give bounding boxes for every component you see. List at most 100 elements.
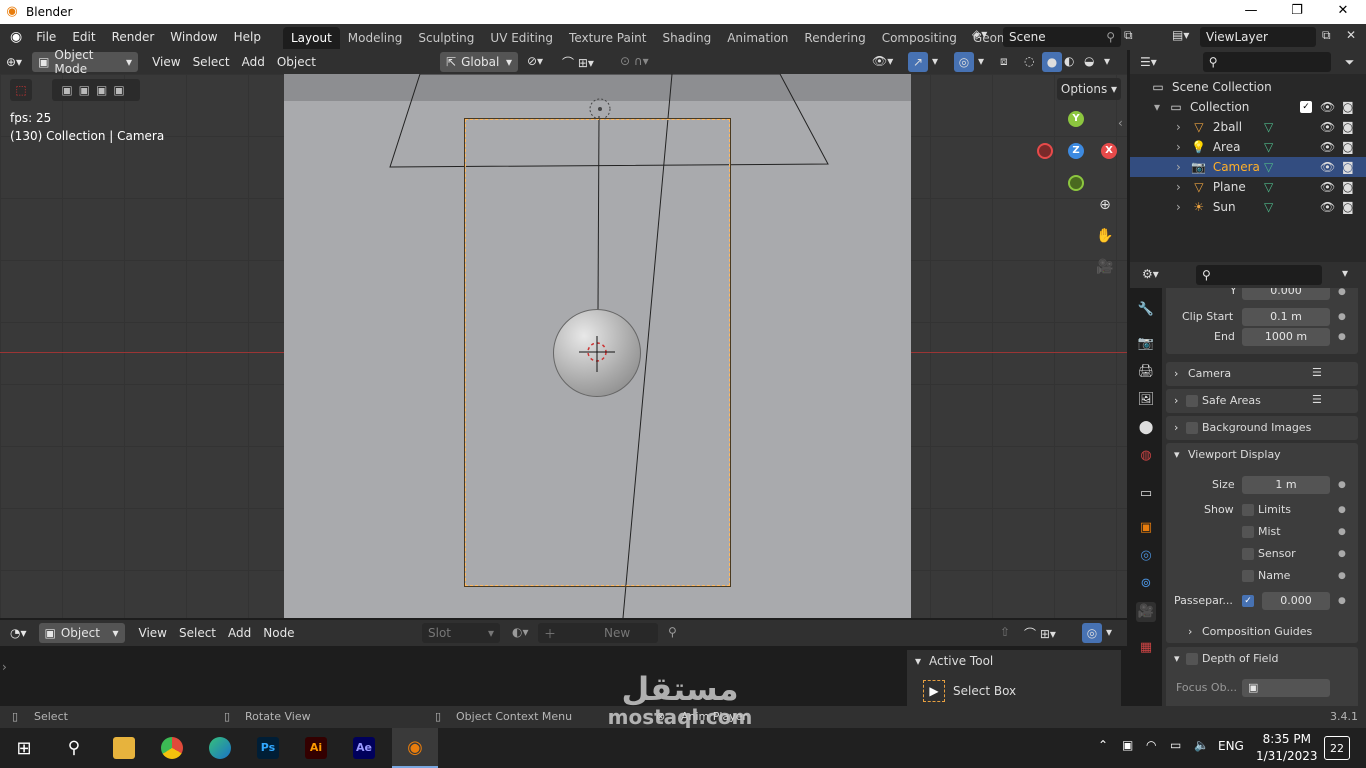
snap-icon[interactable]: ⌒ ⊞▾: [562, 54, 594, 71]
clip-start-field[interactable]: 0.1 m: [1242, 308, 1330, 326]
focus-object-field[interactable]: ▣: [1242, 679, 1330, 697]
menu-select[interactable]: Select: [173, 623, 222, 643]
data-icon[interactable]: ▽: [1264, 200, 1273, 214]
keyframe-dot[interactable]: ●: [1338, 549, 1346, 559]
blender-menu-icon[interactable]: ◉: [0, 24, 28, 50]
render-camera-icon[interactable]: ◙: [1342, 140, 1354, 154]
name-checkbox[interactable]: [1242, 570, 1254, 582]
filter-icon[interactable]: ⏷: [1345, 55, 1355, 70]
scene-tab-icon[interactable]: ⬤: [1136, 418, 1156, 438]
windows-start-icon[interactable]: ⊞: [4, 728, 44, 768]
background-images-section[interactable]: › Background Images: [1166, 416, 1358, 440]
list-icon[interactable]: ☰: [1312, 366, 1322, 379]
minimize-button[interactable]: —: [1228, 0, 1274, 24]
chevron-right-icon[interactable]: ›: [1188, 625, 1192, 638]
xray-icon[interactable]: ⧈: [1000, 54, 1008, 69]
wireframe-shading-icon[interactable]: ◌: [1024, 54, 1034, 68]
chrome-icon[interactable]: [152, 728, 192, 768]
keyframe-dot[interactable]: ●: [1338, 288, 1346, 297]
new-material-button[interactable]: ＋ New: [538, 623, 658, 643]
remove-view-layer-icon[interactable]: ✕: [1346, 28, 1356, 42]
camera-section[interactable]: › Camera ☰: [1166, 362, 1358, 386]
properties-search-input[interactable]: ⚲: [1196, 265, 1322, 285]
mist-checkbox[interactable]: [1242, 526, 1254, 538]
object-tab-icon[interactable]: ▣: [1136, 518, 1156, 538]
data-icon[interactable]: ▽: [1264, 180, 1273, 194]
overlays-toggle-icon[interactable]: ◎: [1082, 623, 1102, 643]
eye-icon[interactable]: 👁: [1320, 140, 1335, 154]
zoom-icon[interactable]: ⊕: [1092, 192, 1118, 218]
view-layer-selector[interactable]: ViewLayer: [1200, 27, 1316, 47]
material-shading-icon[interactable]: ◐: [1064, 54, 1074, 68]
list-icon[interactable]: ☰: [1312, 393, 1322, 406]
scene-selector[interactable]: Scene ⚲: [1003, 27, 1121, 47]
chevron-right-icon[interactable]: ›: [1176, 160, 1181, 174]
data-icon[interactable]: ▽: [1264, 140, 1273, 154]
outliner-item-sun[interactable]: › ☀ Sun ▽ 👁 ◙: [1130, 197, 1366, 217]
toolbar-toggle-icon[interactable]: ›: [2, 660, 7, 674]
tab-shading[interactable]: Shading: [654, 27, 719, 49]
pin-icon[interactable]: ⚲: [668, 625, 677, 639]
eye-icon[interactable]: 👁: [1320, 200, 1335, 214]
keyframe-dot[interactable]: ●: [1338, 332, 1346, 342]
menu-view[interactable]: View: [133, 623, 173, 643]
editor-type-icon[interactable]: ◔▾: [4, 623, 33, 643]
background-images-checkbox[interactable]: [1186, 422, 1198, 434]
3d-viewport[interactable]: fps: 25 (130) Collection | Camera ⬚ ▣▣▣▣…: [0, 74, 1127, 618]
outliner-item-2ball[interactable]: › ▽ 2ball ▽ 👁 ◙: [1130, 117, 1366, 137]
clock[interactable]: 8:35 PM 1/31/2023: [1256, 731, 1318, 765]
proportional-edit-icon[interactable]: ⊙ ∩▾: [620, 54, 649, 68]
eye-icon[interactable]: 👁: [1320, 100, 1335, 114]
view-layer-tab-icon[interactable]: 🖼: [1136, 390, 1156, 410]
outliner-item-camera[interactable]: › 📷 Camera ▽ 👁 ◙: [1130, 157, 1366, 177]
mode-selector[interactable]: ▣ Object Mode ▾: [32, 48, 139, 76]
volume-icon[interactable]: 🔈: [1194, 738, 1209, 752]
render-camera-icon[interactable]: ◙: [1342, 180, 1354, 194]
snap-icon[interactable]: ⌒ ⊞▾: [1024, 625, 1056, 642]
illustrator-icon[interactable]: Ai: [296, 728, 336, 768]
passepartout-alpha-field[interactable]: 0.000: [1262, 592, 1330, 610]
rendered-shading-icon[interactable]: ◒: [1084, 54, 1094, 68]
chevron-down-icon[interactable]: ▾: [1174, 448, 1180, 461]
close-button[interactable]: ✕: [1320, 0, 1366, 24]
render-camera-icon[interactable]: ◙: [1342, 120, 1354, 134]
photoshop-icon[interactable]: Ps: [248, 728, 288, 768]
slot-selector[interactable]: Slot ▾: [422, 623, 500, 643]
safe-areas-checkbox[interactable]: [1186, 395, 1198, 407]
world-tab-icon[interactable]: ◍: [1136, 446, 1156, 466]
tab-sculpting[interactable]: Sculpting: [410, 27, 482, 49]
menu-add[interactable]: Add: [222, 623, 257, 643]
view-layer-icon[interactable]: ▤▾: [1172, 28, 1189, 42]
tab-animation[interactable]: Animation: [719, 27, 796, 49]
keyframe-dot[interactable]: ●: [1338, 571, 1346, 581]
tab-modeling[interactable]: Modeling: [340, 27, 411, 49]
camera-view-icon[interactable]: 🎥: [1092, 254, 1118, 280]
maximize-button[interactable]: ❐: [1274, 0, 1320, 24]
pan-hand-icon[interactable]: ✋: [1092, 223, 1118, 249]
chevron-down-icon[interactable]: ▾: [1154, 100, 1160, 114]
tool-tab-icon[interactable]: 🔧: [1136, 300, 1156, 320]
display-size-field[interactable]: 1 m: [1242, 476, 1330, 494]
battery-icon[interactable]: ▭: [1170, 738, 1181, 752]
chevron-down-icon[interactable]: ▾: [978, 54, 984, 68]
clip-end-field[interactable]: 1000 m: [1242, 328, 1330, 346]
chevron-right-icon[interactable]: ›: [1176, 140, 1181, 154]
editor-type-icon[interactable]: ⊕▾: [0, 52, 28, 72]
menu-node[interactable]: Node: [257, 623, 300, 643]
file-explorer-icon[interactable]: [104, 728, 144, 768]
chevron-up-icon[interactable]: ⌃: [1098, 738, 1108, 752]
tab-uv-editing[interactable]: UV Editing: [482, 27, 561, 49]
editor-type-icon[interactable]: ⚙▾: [1142, 267, 1159, 281]
render-camera-icon[interactable]: ◙: [1342, 200, 1354, 214]
editor-type-icon[interactable]: ☰▾: [1140, 55, 1157, 69]
eye-icon[interactable]: 👁: [1320, 160, 1335, 174]
menu-help[interactable]: Help: [226, 24, 269, 50]
notification-center-icon[interactable]: 22: [1324, 736, 1350, 760]
pivot-icon[interactable]: ⊘▾: [527, 54, 543, 68]
keyframe-dot[interactable]: ●: [1338, 596, 1346, 606]
outliner-search-input[interactable]: ⚲: [1202, 52, 1331, 72]
gizmo-neg-y-axis[interactable]: [1068, 175, 1084, 191]
keyframe-dot[interactable]: ●: [1338, 527, 1346, 537]
options-button[interactable]: Options ▾: [1057, 78, 1121, 100]
eye-icon[interactable]: 👁: [1320, 180, 1335, 194]
